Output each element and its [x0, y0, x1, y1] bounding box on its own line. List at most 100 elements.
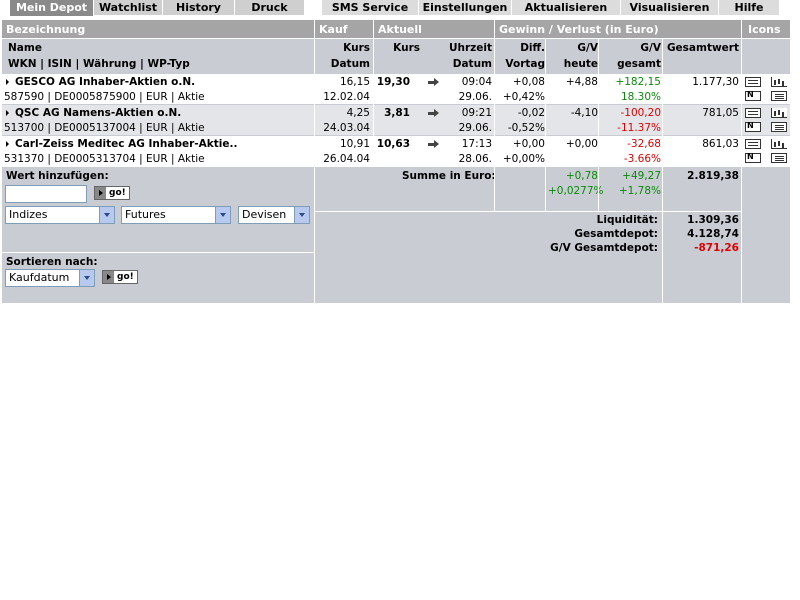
kauf-kurs: 10,91	[339, 138, 370, 150]
arrow-right-icon	[103, 271, 114, 283]
subheader-gv-heute-2: heute	[563, 58, 598, 70]
chart-icon[interactable]	[771, 77, 787, 87]
aktuell-kurs: 19,30	[376, 76, 410, 88]
gv-heute: -4,10	[570, 107, 598, 119]
divider	[314, 20, 315, 303]
divider	[598, 39, 599, 212]
diff-vortag: +0,00	[512, 138, 545, 150]
divider	[2, 252, 314, 253]
subheader-vortag: Vortag	[505, 58, 545, 70]
gesamtwert: 781,05	[702, 107, 739, 119]
diff-vortag: +0,08	[512, 76, 545, 88]
subheader-diff: Diff.	[520, 42, 545, 54]
summe-gesamtwert: 2.819,38	[687, 170, 739, 182]
divider	[2, 38, 790, 39]
alert-icon[interactable]	[771, 122, 787, 132]
diff-vortag: -0,02	[517, 107, 545, 119]
stock-meta: 513700 | DE0005137004 | EUR | Aktie	[4, 122, 205, 134]
sort-select[interactable]: Kaufdatum	[5, 269, 95, 287]
uhrzeit: 09:04	[461, 76, 492, 88]
gesamtdepot-value: 4.128,74	[687, 228, 739, 240]
subheader-kurs: Kurs	[393, 42, 420, 54]
kauf-datum: 24.03.04	[323, 122, 370, 134]
divider	[741, 20, 742, 303]
summe-gv-heute-pct: +0,0277%	[548, 185, 604, 197]
futures-select-value: Futures	[125, 208, 166, 221]
divider	[545, 39, 546, 212]
tab-mein-depot[interactable]: Mein Depot	[10, 0, 93, 16]
chart-icon[interactable]	[771, 108, 787, 118]
devisen-select-value: Devisen	[242, 208, 287, 221]
divider	[494, 20, 495, 212]
stock-name-link[interactable]: QSC AG Namens-Aktien o.N.	[15, 107, 181, 119]
subheader-datum: Datum	[452, 58, 492, 70]
datum: 29.06.	[458, 122, 492, 134]
calculator-icon[interactable]	[745, 108, 761, 118]
futures-select[interactable]: Futures	[121, 206, 231, 224]
tab-aktualisieren[interactable]: Aktualisieren	[512, 0, 620, 15]
chevron-down-icon	[79, 270, 94, 286]
calculator-icon[interactable]	[745, 77, 761, 87]
chart-icon[interactable]	[771, 139, 787, 149]
gv-gesamt: -32,68	[627, 138, 661, 150]
gesamtwert: 861,03	[702, 138, 739, 150]
index-select[interactable]: Indizes	[5, 206, 115, 224]
sort-go-label: go!	[117, 272, 134, 282]
news-icon[interactable]	[745, 121, 761, 132]
header-aktuell: Aktuell	[378, 23, 422, 36]
sort-select-value: Kaufdatum	[9, 271, 70, 284]
calculator-icon[interactable]	[745, 139, 761, 149]
kauf-datum: 12.02.04	[323, 91, 370, 103]
summe-gv-gesamt: +49,27	[622, 170, 661, 182]
stock-name-link[interactable]: GESCO AG Inhaber-Aktien o.N.	[15, 76, 195, 88]
subheader-gesamtwert: Gesamtwert	[666, 42, 739, 54]
add-value-input[interactable]	[5, 185, 87, 203]
diff-vortag-pct: -0,52%	[507, 122, 545, 134]
diff-vortag-pct: +0,42%	[502, 91, 545, 103]
gv-heute: +4,88	[565, 76, 598, 88]
expand-icon[interactable]	[6, 79, 9, 85]
tab-sms-service[interactable]: SMS Service	[322, 0, 418, 15]
subheader-kauf-datum: Datum	[330, 58, 370, 70]
liquiditaet-value: 1.309,36	[687, 214, 739, 226]
tab-druck[interactable]: Druck	[235, 0, 304, 15]
stock-meta: 587590 | DE0005875900 | EUR | Aktie	[4, 91, 205, 103]
tab-watchlist[interactable]: Watchlist	[94, 0, 162, 15]
aktuell-kurs: 10,63	[376, 138, 410, 150]
subheader-gv-gesamt-2: gesamt	[617, 58, 661, 70]
news-icon[interactable]	[745, 90, 761, 101]
gv-gesamtdepot-label: G/V Gesamtdepot:	[550, 242, 658, 254]
add-go-button[interactable]: go!	[94, 186, 130, 200]
subheader-kauf-kurs: Kurs	[343, 42, 370, 54]
summe-gv-heute: +0,78	[565, 170, 598, 182]
stock-name-link[interactable]: Carl-Zeiss Meditec AG Inhaber-Aktie..	[15, 138, 237, 150]
divider	[315, 211, 741, 212]
diff-vortag-pct: +0,00%	[502, 153, 545, 165]
datum: 29.06.	[458, 91, 492, 103]
gv-heute: +0,00	[565, 138, 598, 150]
news-icon[interactable]	[745, 152, 761, 163]
uhrzeit: 09:21	[461, 107, 492, 119]
alert-icon[interactable]	[771, 153, 787, 163]
subheader-wkn: WKN | ISIN | Währung | WP-Typ	[8, 58, 190, 70]
tab-einstellungen[interactable]: Einstellungen	[419, 0, 511, 15]
divider	[662, 39, 663, 303]
expand-icon[interactable]	[6, 110, 9, 116]
gv-gesamt: +182,15	[615, 76, 661, 88]
tab-history[interactable]: History	[163, 0, 234, 15]
header-kauf: Kauf	[319, 23, 348, 36]
stock-meta: 531370 | DE0005313704 | EUR | Aktie	[4, 153, 205, 165]
gesamtdepot-label: Gesamtdepot:	[574, 228, 658, 240]
header-icons: Icons	[748, 23, 781, 36]
uhrzeit: 17:13	[461, 138, 492, 150]
sort-go-button[interactable]: go!	[102, 270, 138, 284]
devisen-select[interactable]: Devisen	[238, 206, 310, 224]
kauf-datum: 26.04.04	[323, 153, 370, 165]
gv-gesamt-pct: 18.30%	[620, 91, 661, 103]
alert-icon[interactable]	[771, 91, 787, 101]
index-select-value: Indizes	[9, 208, 48, 221]
expand-icon[interactable]	[6, 141, 9, 147]
tab-visualisieren[interactable]: Visualisieren	[621, 0, 718, 15]
gv-gesamtdepot-value: -871,26	[694, 242, 739, 254]
tab-hilfe[interactable]: Hilfe	[719, 0, 779, 15]
